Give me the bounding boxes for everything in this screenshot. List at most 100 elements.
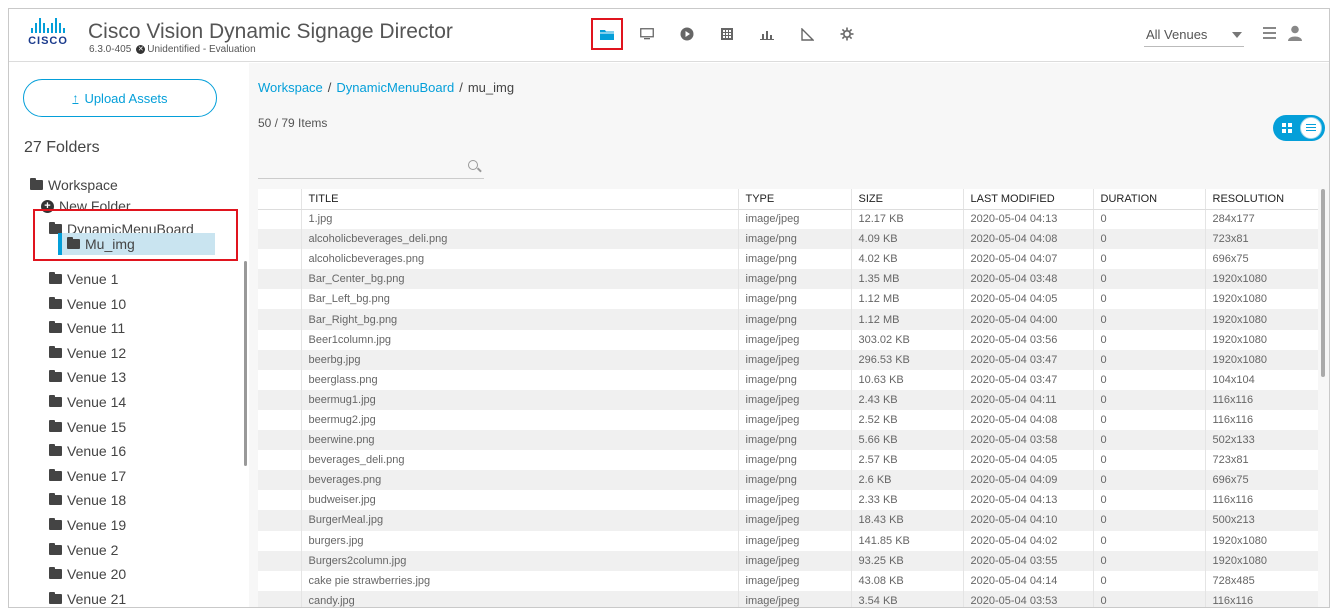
row-select-cell[interactable] <box>258 289 301 309</box>
tree-item-venue[interactable]: Venue 18 <box>49 490 126 510</box>
row-select-cell[interactable] <box>258 229 301 250</box>
table-row[interactable]: budweiser.jpg image/jpeg 2.33 KB 2020-05-04… <box>258 490 1318 511</box>
tree-item-venue[interactable]: Venue 15 <box>49 417 126 437</box>
row-select-cell[interactable] <box>258 590 301 607</box>
search-input[interactable] <box>258 155 458 177</box>
row-select-cell[interactable] <box>258 550 301 571</box>
row-select-cell[interactable] <box>258 450 301 470</box>
row-select-cell[interactable] <box>258 309 301 330</box>
column-header-title[interactable]: TITLE <box>300 189 738 210</box>
cell-type: image/jpeg <box>737 490 851 511</box>
row-select-cell[interactable] <box>258 269 301 290</box>
user-icon[interactable] <box>1288 25 1302 41</box>
cell-type: image/jpeg <box>737 209 851 230</box>
table-row[interactable]: beerwine.png image/png 5.66 KB 2020-05-04 0… <box>258 430 1318 451</box>
cell-last-modified: 2020-05-04 04:09 <box>962 470 1093 491</box>
table-row[interactable]: beerbg.jpg image/jpeg 296.53 KB 2020-05-04 … <box>258 349 1318 370</box>
sidebar-scrollbar[interactable] <box>244 261 247 466</box>
venue-select[interactable]: All Venues <box>1144 23 1244 47</box>
column-header-resolution[interactable]: RESOLUTION <box>1204 189 1318 210</box>
row-select-cell[interactable] <box>258 490 301 510</box>
cell-type: image/jpeg <box>737 329 851 350</box>
table-row[interactable]: beermug2.jpg image/jpeg 2.52 KB 2020-05-04 … <box>258 409 1318 431</box>
table-row[interactable]: cake pie strawberries.jpg image/jpeg 43.08… <box>258 570 1318 591</box>
search-icon[interactable] <box>468 160 478 170</box>
nav-reports-button[interactable] <box>751 18 783 50</box>
tree-item-workspace[interactable]: Workspace <box>30 175 118 195</box>
nav-assets-button[interactable] <box>591 18 623 50</box>
row-select-cell[interactable] <box>258 209 301 229</box>
cell-resolution: 116x116 <box>1204 590 1318 607</box>
tree-item-venue[interactable]: Venue 2 <box>49 540 118 560</box>
tree-item-venue[interactable]: Venue 13 <box>49 367 126 387</box>
table-row[interactable]: BurgerMeal.jpg image/jpeg 18.43 KB 2020-05-… <box>258 510 1318 531</box>
column-header-type[interactable]: TYPE <box>737 189 851 210</box>
nav-schedule-button[interactable] <box>711 18 743 50</box>
table-scrollbar[interactable] <box>1321 189 1325 377</box>
table-row[interactable]: 1.jpg image/jpeg 12.17 KB 2020-05-04 04:13 0… <box>258 209 1318 230</box>
tree-item-label: Venue 19 <box>67 517 127 533</box>
nav-playlists-button[interactable] <box>671 18 703 50</box>
view-toggle[interactable] <box>1273 115 1325 141</box>
breadcrumb-workspace-link[interactable]: Workspace <box>258 80 323 95</box>
table-row[interactable]: Bar_Right_bg.png image/png 1.12 MB 2020-05-… <box>258 309 1318 330</box>
row-select-cell[interactable] <box>258 249 301 269</box>
cell-resolution: 116x116 <box>1204 409 1318 431</box>
menu-icon[interactable] <box>1263 27 1276 42</box>
table-row[interactable]: Beer1column.jpg image/jpeg 303.02 KB 2020-0… <box>258 329 1318 350</box>
cell-size: 18.43 KB <box>850 510 963 531</box>
tree-item-venue[interactable]: Venue 1 <box>49 269 118 289</box>
row-select-cell[interactable] <box>258 531 301 551</box>
table-row[interactable]: Burgers2column.jpg image/jpeg 93.25 KB 2020… <box>258 550 1318 571</box>
table-row[interactable]: beermug1.jpg image/jpeg 2.43 KB 2020-05-04 … <box>258 389 1318 410</box>
column-header-last-modified[interactable]: LAST MODIFIED <box>962 189 1093 210</box>
table-row[interactable]: beverages.png image/png 2.6 KB 2020-05-04 0… <box>258 470 1318 491</box>
cell-title: beerbg.jpg <box>300 349 738 370</box>
row-select-cell[interactable] <box>258 510 301 531</box>
tree-item-venue[interactable]: Venue 11 <box>49 318 125 338</box>
row-select-cell[interactable] <box>258 571 301 591</box>
row-select-cell[interactable] <box>258 349 301 370</box>
table-row[interactable]: Bar_Center_bg.png image/png 1.35 MB 2020-05… <box>258 269 1318 290</box>
cell-duration: 0 <box>1092 269 1205 290</box>
table-row[interactable]: alcoholicbeverages_deli.png image/png 4.09… <box>258 229 1318 250</box>
row-select-cell[interactable] <box>258 389 301 410</box>
tree-item-venue[interactable]: Venue 20 <box>49 564 126 584</box>
tree-item-venue[interactable]: Venue 19 <box>49 515 126 535</box>
table-row[interactable]: candy.jpg image/jpeg 3.54 KB 2020-05-04 03:… <box>258 590 1318 607</box>
table-row[interactable]: Bar_Left_bg.png image/png 1.12 MB 2020-05-0… <box>258 289 1318 310</box>
table-row[interactable]: alcoholicbeverages.png image/png 4.02 KB 20… <box>258 249 1318 270</box>
tree-item-venue[interactable]: Venue 17 <box>49 466 126 486</box>
tree-item-venue[interactable]: Venue 21 <box>49 589 126 607</box>
table-row[interactable]: beverages_deli.png image/png 2.57 KB 2020-0… <box>258 450 1318 471</box>
list-view-knob[interactable] <box>1300 117 1322 139</box>
upload-assets-button[interactable]: ↑ Upload Assets <box>23 79 217 117</box>
tree-item-venue[interactable]: Venue 16 <box>49 441 126 461</box>
table-row[interactable]: beerglass.png image/png 10.63 KB 2020-05-04… <box>258 369 1318 390</box>
row-select-cell[interactable] <box>258 330 301 350</box>
nav-settings-button[interactable] <box>831 18 863 50</box>
assets-table: TITLE TYPE SIZE LAST MODIFIED DURATION RESOLU… <box>258 189 1318 607</box>
cell-duration: 0 <box>1092 349 1205 370</box>
tree-item-venue[interactable]: Venue 14 <box>49 392 126 412</box>
nav-tools-button[interactable] <box>791 18 823 50</box>
cell-title: candy.jpg <box>300 590 738 607</box>
cell-size: 2.43 KB <box>850 389 963 410</box>
row-select-cell[interactable] <box>258 370 301 390</box>
row-select-cell[interactable] <box>258 410 301 430</box>
table-row[interactable]: burgers.jpg image/jpeg 141.85 KB 2020-05-04… <box>258 530 1318 551</box>
row-select-cell[interactable] <box>258 470 301 491</box>
column-header-size[interactable]: SIZE <box>850 189 963 210</box>
nav-displays-button[interactable] <box>631 18 663 50</box>
breadcrumb-dynamicmenuboard-link[interactable]: DynamicMenuBoard <box>336 80 454 95</box>
list-view-icon <box>1306 124 1316 133</box>
cell-resolution: 723x81 <box>1204 229 1318 250</box>
column-header-duration[interactable]: DURATION <box>1092 189 1205 210</box>
cell-duration: 0 <box>1092 409 1205 431</box>
row-select-cell[interactable] <box>258 430 301 451</box>
cell-resolution: 1920x1080 <box>1204 309 1318 330</box>
tree-item-venue[interactable]: Venue 12 <box>49 343 126 363</box>
tree-item-mu-img[interactable]: Mu_img <box>67 234 135 254</box>
grid-view-icon[interactable] <box>1282 123 1292 133</box>
tree-item-venue[interactable]: Venue 10 <box>49 294 126 314</box>
